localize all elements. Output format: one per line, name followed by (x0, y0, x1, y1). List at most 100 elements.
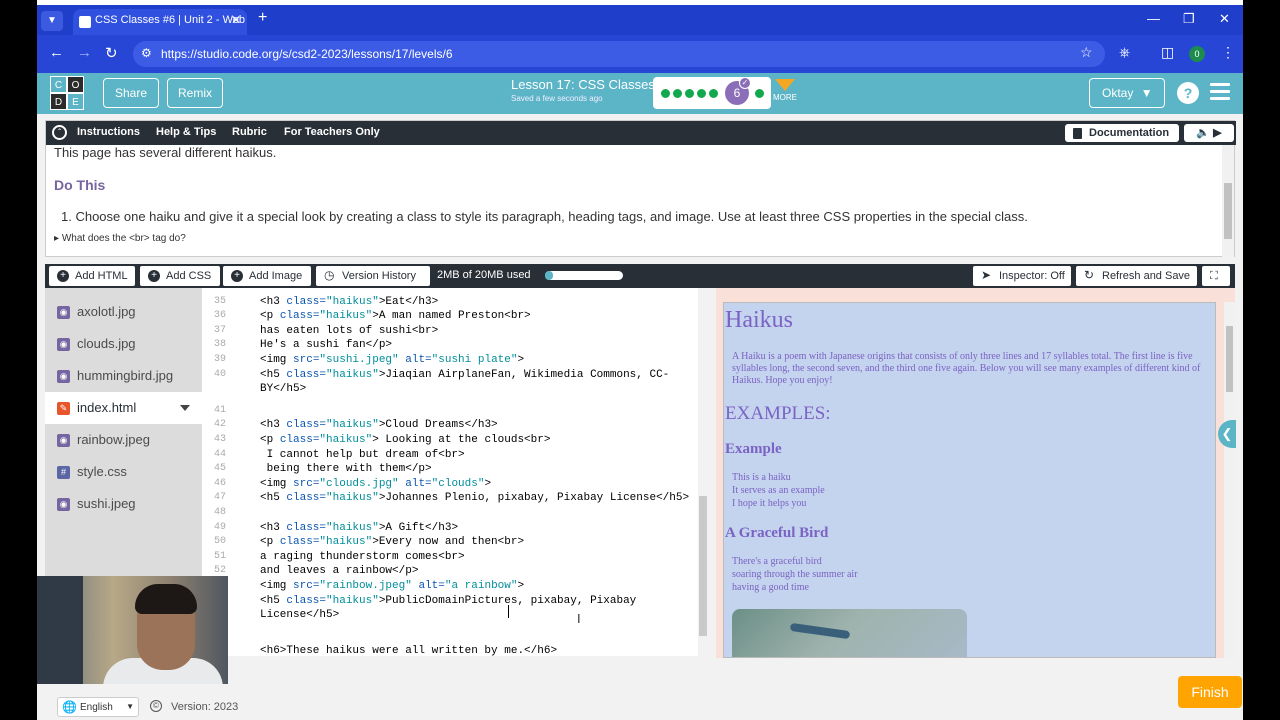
code-line[interactable]: has eaten lots of sushi<br> (260, 325, 438, 337)
tab-help-tips[interactable]: Help & Tips (156, 126, 216, 138)
more-levels[interactable]: MORE (773, 79, 797, 102)
level-dot[interactable] (661, 89, 670, 98)
copyright-icon[interactable]: © (150, 700, 162, 712)
version-history-button[interactable]: ◷ Version History (316, 266, 430, 286)
logo-letter: E (67, 93, 84, 110)
language-select[interactable]: 🌐 English ▼ (57, 697, 139, 717)
new-tab-icon[interactable]: + (258, 9, 267, 27)
file-item[interactable]: ◉ sushi.jpeg (45, 488, 202, 520)
tab-teachers-only[interactable]: For Teachers Only (284, 126, 380, 138)
code-editor[interactable]: 3435363738394041424344454647484950515253… (202, 288, 708, 656)
code-line[interactable]: <p class="haikus"> Looking at the clouds… (260, 434, 550, 446)
code-line[interactable]: <h3 class="haikus">Cloud Dreams</h3> (260, 419, 498, 431)
code-line[interactable]: BY</h5> (260, 383, 306, 395)
instructions-panel: ˆ Instructions Help & Tips Rubric For Te… (45, 120, 1236, 257)
remix-button[interactable]: Remix (167, 78, 223, 108)
level-dot[interactable] (697, 89, 706, 98)
code-scrollbar[interactable] (698, 288, 708, 656)
tab-instructions[interactable]: Instructions (77, 126, 140, 138)
tab-search-icon[interactable]: ▼ (41, 11, 63, 31)
code-org-logo[interactable]: C O E D E (50, 76, 84, 110)
line-number: 51 (213, 550, 226, 562)
url-field[interactable]: ⚙ https://studio.code.org/s/csd2-2023/le… (133, 41, 1105, 67)
instructions-scrollbar[interactable] (1222, 145, 1234, 257)
add-image-label: Add Image (249, 270, 303, 282)
code-line[interactable]: <p class="haikus">A man named Preston<br… (260, 310, 531, 322)
add-css-button[interactable]: + Add CSS (140, 266, 220, 286)
file-item[interactable]: ◉ hummingbird.jpg (45, 360, 202, 392)
file-item[interactable]: ◉ axolotl.jpg (45, 296, 202, 328)
code-line[interactable]: <h6>These haikus were all written by me.… (260, 645, 557, 656)
share-button[interactable]: Share (103, 78, 159, 108)
browser-menu-icon[interactable]: ⋮ (1221, 44, 1235, 61)
reload-icon[interactable]: ↻ (105, 44, 118, 62)
code-line[interactable]: being there with them</p> (260, 463, 432, 475)
code-line[interactable]: <h3 class="haikus">Eat</h3> (260, 296, 438, 308)
fullscreen-icon[interactable]: ⛶ (1202, 266, 1230, 286)
refresh-save-button[interactable]: ↻ Refresh and Save (1076, 266, 1197, 286)
line-number: 36 (213, 310, 226, 322)
plus-icon: + (57, 270, 69, 282)
tab-rubric[interactable]: Rubric (232, 126, 267, 138)
code-line[interactable]: a raging thunderstorm comes<br> (260, 551, 465, 563)
browser-tab[interactable]: CSS Classes #6 | Unit 2 - Web D ✕ (73, 9, 247, 35)
minimize-icon[interactable]: — (1147, 11, 1160, 26)
code-line[interactable]: <h5 class="haikus">PublicDomainPictures,… (260, 595, 636, 607)
help-icon[interactable]: ? (1177, 82, 1199, 104)
language-value: English (80, 702, 113, 713)
sidebar-icon[interactable]: ◫ (1161, 44, 1174, 61)
file-item[interactable]: # style.css (45, 456, 202, 488)
code-line[interactable]: License</h5> (260, 609, 346, 621)
line-number: 37 (213, 324, 226, 336)
add-html-label: Add HTML (75, 270, 128, 282)
preview-haiku-heading: Example (725, 441, 782, 457)
code-line[interactable]: He's a sushi fan</p> (260, 339, 392, 351)
code-line[interactable]: <h3 class="haikus">A Gift</h3> (260, 522, 458, 534)
extension-badge[interactable]: 0 (1189, 46, 1205, 62)
inspector-label: Inspector: Off (999, 270, 1065, 282)
code-line[interactable]: I cannot help but dream of<br> (260, 449, 465, 461)
code-line[interactable]: <h5 class="haikus">Johannes Plenio, pixa… (260, 492, 689, 504)
hamburger-menu-icon[interactable] (1210, 83, 1230, 104)
file-item[interactable]: ◉ clouds.jpg (45, 328, 202, 360)
file-item-active[interactable]: ✎ index.html (45, 392, 202, 424)
file-menu-caret-icon[interactable] (180, 405, 190, 411)
level-dot[interactable] (685, 89, 694, 98)
page-preview[interactable]: Haikus A Haiku is a poem with Japanese o… (723, 302, 1216, 658)
close-window-icon[interactable]: ✕ (1219, 11, 1230, 27)
documentation-button[interactable]: Documentation (1065, 124, 1179, 142)
play-icon[interactable]: ▶ (1213, 127, 1221, 139)
code-line[interactable]: <img src="rainbow.jpeg" alt="a rainbow"> (260, 580, 524, 592)
book-icon (1073, 128, 1082, 139)
code-line[interactable]: <img src="sushi.jpeg" alt="sushi plate"> (260, 354, 524, 366)
forward-icon[interactable]: → (77, 44, 92, 61)
site-settings-icon[interactable]: ⚙ (141, 46, 152, 60)
close-tab-icon[interactable]: ✕ (231, 13, 241, 27)
br-question[interactable]: ▸ What does the <br> tag do? (54, 233, 186, 244)
add-image-button[interactable]: + Add Image (223, 266, 311, 286)
level-dot[interactable] (755, 89, 764, 98)
collapse-instructions-icon[interactable]: ˆ (52, 125, 67, 140)
current-level-bubble[interactable]: 6 ✓ (725, 77, 751, 105)
code-line[interactable]: <img src="clouds.jpg" alt="clouds"> (260, 478, 491, 490)
bookmark-star-icon[interactable]: ☆ (1080, 44, 1093, 61)
inspector-toggle[interactable]: ➤ Inspector: Off (973, 266, 1071, 286)
finish-button[interactable]: Finish (1178, 676, 1242, 708)
audio-controls[interactable]: 🔈 ▶ (1184, 124, 1234, 142)
level-dot[interactable] (709, 89, 718, 98)
preview-scrollbar[interactable] (1224, 302, 1235, 658)
code-line[interactable]: <p class="haikus">Every now and then<br> (260, 536, 524, 548)
level-dot[interactable] (673, 89, 682, 98)
file-item[interactable]: ◉ rainbow.jpeg (45, 424, 202, 456)
add-html-button[interactable]: + Add HTML (49, 266, 135, 286)
back-icon[interactable]: ← (49, 44, 64, 61)
line-number: 41 (213, 404, 226, 416)
code-line[interactable]: <h5 class="haikus">Jiaqian AirplaneFan, … (260, 369, 669, 381)
speaker-icon[interactable]: 🔈 (1196, 127, 1210, 139)
plus-icon: + (231, 270, 243, 282)
user-menu[interactable]: Oktay ▼ (1089, 78, 1165, 108)
restore-icon[interactable]: ❐ (1183, 11, 1195, 27)
footer: 🌐 English ▼ © Version: 2023 (37, 693, 1243, 720)
extensions-icon[interactable]: ⎈ (1119, 44, 1130, 61)
code-line[interactable]: and leaves a rainbow</p> (260, 565, 418, 577)
